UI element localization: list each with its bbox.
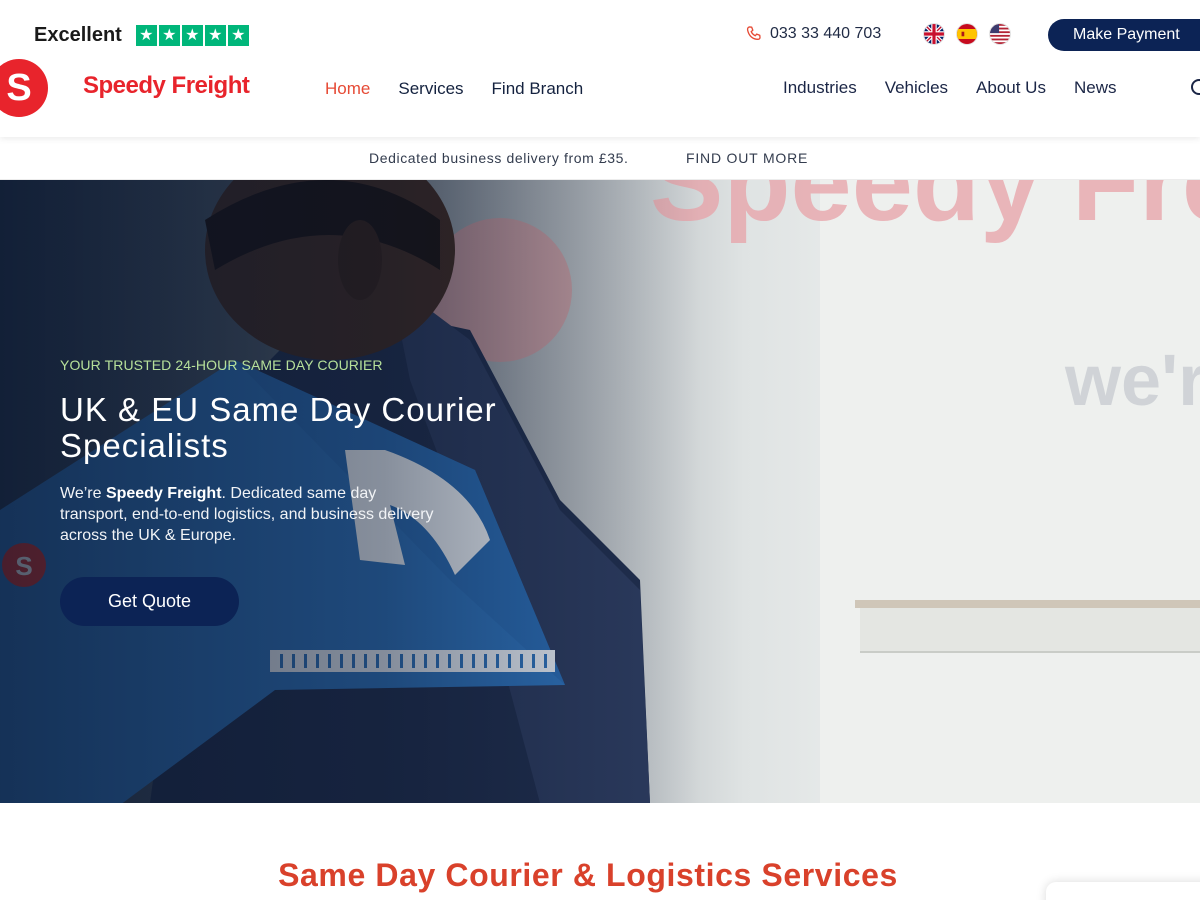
hero-title: UK & EU Same Day Courier Specialists	[60, 391, 497, 464]
floating-widget[interactable]	[1046, 882, 1200, 900]
nav-vehicles[interactable]: Vehicles	[885, 78, 948, 98]
trustpilot-stars: ★ ★ ★ ★ ★	[135, 25, 249, 46]
make-payment-button[interactable]: Make Payment	[1048, 19, 1200, 51]
hero-description: We’re Speedy Freight. Dedicated same day…	[60, 483, 440, 546]
hero-eyebrow: YOUR TRUSTED 24-HOUR SAME DAY COURIER	[60, 357, 383, 373]
van-lettering: Speedy Frei	[650, 180, 1200, 244]
site-header: Excellent ★ ★ ★ ★ ★ 033 33 440 703 Make …	[0, 0, 1200, 137]
hero-desc-prefix: We’re	[60, 485, 106, 502]
trustpilot-label: Excellent	[34, 24, 122, 46]
usa-flag-icon[interactable]	[989, 23, 1011, 45]
star-icon: ★	[158, 25, 180, 46]
nav-services[interactable]: Services	[398, 79, 463, 99]
phone-icon	[746, 26, 761, 40]
nav-find-branch[interactable]: Find Branch	[492, 79, 584, 99]
phone-number: 033 33 440 703	[770, 25, 882, 42]
phone-link[interactable]: 033 33 440 703	[744, 24, 881, 44]
services-heading: Same Day Courier & Logistics Services	[278, 857, 898, 893]
star-icon: ★	[227, 25, 249, 46]
uk-flag-icon[interactable]	[923, 23, 945, 45]
star-icon: ★	[181, 25, 203, 46]
get-quote-button[interactable]: Get Quote	[60, 577, 239, 626]
spain-flag-icon[interactable]	[956, 23, 978, 45]
nav-home[interactable]: Home	[325, 79, 370, 99]
hero-desc-brand: Speedy Freight	[105, 485, 222, 502]
logo-wordmark[interactable]: Speedy Freight	[83, 72, 250, 100]
promo-bar: Dedicated business delivery from £35. FI…	[0, 137, 1200, 180]
primary-nav: Home Services Find Branch	[325, 79, 583, 99]
nav-about-us[interactable]: About Us	[976, 78, 1046, 98]
promo-text: Dedicated business delivery from £35.	[369, 150, 629, 166]
nav-news[interactable]: News	[1074, 78, 1117, 98]
van-tagline: we're	[1064, 341, 1200, 421]
star-icon: ★	[204, 25, 226, 46]
search-icon[interactable]	[1188, 77, 1200, 99]
find-out-more-link[interactable]: FIND OUT MORE	[686, 150, 808, 166]
hero-banner: Speedy Frei we're	[0, 180, 1200, 803]
nav-industries[interactable]: Industries	[783, 78, 857, 98]
secondary-nav: Industries Vehicles About Us News	[783, 78, 1116, 98]
trustpilot-rating[interactable]: Excellent ★ ★ ★ ★ ★	[34, 24, 249, 47]
language-selector	[923, 23, 1011, 45]
logo-mark-icon[interactable]: S	[0, 59, 48, 117]
star-icon: ★	[135, 25, 157, 46]
